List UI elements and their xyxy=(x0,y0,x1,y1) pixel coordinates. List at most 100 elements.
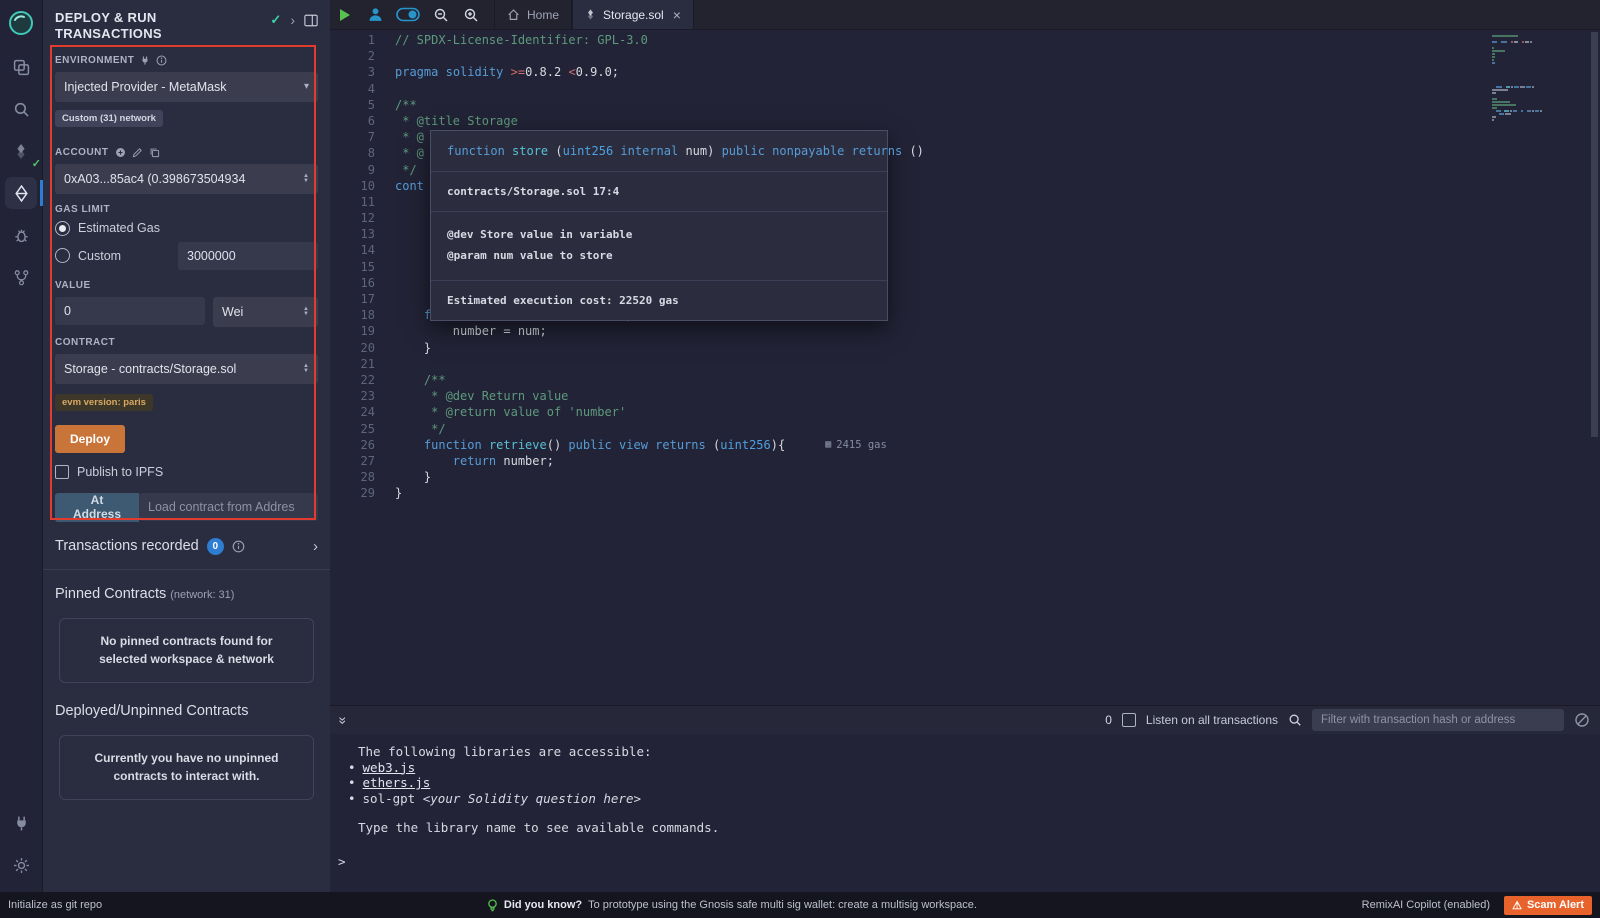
panel-layout-icon[interactable] xyxy=(304,14,318,27)
line-number[interactable]: 29 xyxy=(330,485,375,501)
line-number[interactable]: 6 xyxy=(330,113,375,129)
line-number[interactable]: 14 xyxy=(330,242,375,258)
line-number[interactable]: 7 xyxy=(330,129,375,145)
remix-logo-icon[interactable] xyxy=(8,10,34,36)
zoom-in-button[interactable] xyxy=(456,0,486,29)
plugin-manager-icon[interactable] xyxy=(5,807,37,839)
code-line[interactable]: 4 xyxy=(330,81,1600,97)
code-line[interactable]: 19 number = num; xyxy=(330,323,1600,339)
ethers-link[interactable]: ethers.js xyxy=(363,775,431,790)
line-number[interactable]: 2 xyxy=(330,48,375,64)
terminal-prompt[interactable]: > xyxy=(338,854,1600,870)
git-icon[interactable] xyxy=(5,261,37,293)
code-line[interactable]: 29} xyxy=(330,485,1600,501)
info-icon[interactable] xyxy=(232,540,245,553)
zoom-out-button[interactable] xyxy=(426,0,456,29)
line-number[interactable]: 5 xyxy=(330,97,375,113)
code-line[interactable]: 25 */ xyxy=(330,421,1600,437)
at-address-input[interactable] xyxy=(139,493,318,521)
line-number[interactable]: 4 xyxy=(330,81,375,97)
scam-alert-badge[interactable]: ⚠ Scam Alert xyxy=(1504,896,1592,915)
editor-scrollbar[interactable] xyxy=(1591,32,1598,437)
add-account-icon[interactable] xyxy=(115,147,126,158)
contract-select[interactable]: Storage - contracts/Storage.sol ▲▼ xyxy=(55,354,318,384)
line-number[interactable]: 1 xyxy=(330,32,375,48)
code-line[interactable]: 22 /** xyxy=(330,372,1600,388)
settings-gear-icon[interactable] xyxy=(5,849,37,881)
edit-pencil-icon[interactable] xyxy=(132,147,143,158)
run-script-button[interactable] xyxy=(330,0,360,29)
search-icon[interactable] xyxy=(5,93,37,125)
file-explorer-icon[interactable] xyxy=(5,51,37,83)
code-line[interactable]: 1// SPDX-License-Identifier: GPL-3.0 xyxy=(330,32,1600,48)
code-line[interactable]: 3pragma solidity >=0.8.2 <0.9.0; xyxy=(330,64,1600,80)
chevron-right-icon[interactable]: › xyxy=(290,12,295,28)
code-editor[interactable]: 1// SPDX-License-Identifier: GPL-3.023pr… xyxy=(330,30,1600,705)
tab-home[interactable]: Home xyxy=(494,0,572,29)
line-number[interactable]: 20 xyxy=(330,340,375,356)
environment-select[interactable]: Injected Provider - MetaMask ▾ xyxy=(55,72,318,102)
code-line[interactable]: 23 * @dev Return value xyxy=(330,388,1600,404)
code-line[interactable]: 24 * @return value of 'number' xyxy=(330,404,1600,420)
code-line[interactable]: 6 * @title Storage xyxy=(330,113,1600,129)
code-line[interactable]: 2 xyxy=(330,48,1600,64)
line-number[interactable]: 18 xyxy=(330,307,375,323)
line-number[interactable]: 13 xyxy=(330,226,375,242)
line-number[interactable]: 3 xyxy=(330,64,375,80)
code-line[interactable]: 28 } xyxy=(330,469,1600,485)
value-input[interactable] xyxy=(55,297,205,325)
line-number[interactable]: 8 xyxy=(330,145,375,161)
web3-link[interactable]: web3.js xyxy=(363,760,416,775)
line-number[interactable]: 26 xyxy=(330,437,375,453)
value-unit-select[interactable]: Wei ▲▼ xyxy=(213,297,318,327)
tab-storage-sol[interactable]: Storage.sol × xyxy=(572,0,694,29)
debugger-icon[interactable] xyxy=(5,219,37,251)
fork-plug-icon[interactable] xyxy=(140,55,150,66)
line-number[interactable]: 23 xyxy=(330,388,375,404)
line-number[interactable]: 11 xyxy=(330,194,375,210)
custom-gas-input[interactable] xyxy=(178,242,318,270)
code-line[interactable]: 21 xyxy=(330,356,1600,372)
line-number[interactable]: 19 xyxy=(330,323,375,339)
copy-icon[interactable] xyxy=(149,147,160,158)
editor-minimap[interactable] xyxy=(1492,35,1542,122)
copilot-status[interactable]: RemixAI Copilot (enabled) xyxy=(1362,899,1490,911)
line-number[interactable]: 27 xyxy=(330,453,375,469)
line-number[interactable]: 15 xyxy=(330,259,375,275)
code-line[interactable]: 5/** xyxy=(330,97,1600,113)
git-init-status[interactable]: Initialize as git repo xyxy=(8,899,102,911)
solidity-compiler-icon[interactable]: ✓ xyxy=(5,135,37,167)
close-tab-icon[interactable]: × xyxy=(673,7,681,23)
editor-toggle-icon[interactable] xyxy=(390,0,426,29)
deploy-run-panel: DEPLOY & RUN TRANSACTIONS ✓ › ENVIRONMEN… xyxy=(43,0,330,892)
line-number[interactable]: 22 xyxy=(330,372,375,388)
estimated-gas-radio[interactable] xyxy=(55,221,70,236)
listen-all-checkbox[interactable] xyxy=(1122,713,1136,727)
line-number[interactable]: 10 xyxy=(330,178,375,194)
account-select[interactable]: 0xA03...85ac4 (0.398673504934 ▲▼ xyxy=(55,164,318,194)
at-address-button[interactable]: At Address xyxy=(55,493,139,522)
code-line[interactable]: 26 function retrieve() public view retur… xyxy=(330,437,1600,453)
code-line[interactable]: 20 } xyxy=(330,340,1600,356)
line-number[interactable]: 24 xyxy=(330,404,375,420)
line-number[interactable]: 16 xyxy=(330,275,375,291)
line-number[interactable]: 17 xyxy=(330,291,375,307)
solidity-file-icon xyxy=(585,8,596,21)
chevron-right-icon[interactable]: › xyxy=(313,538,318,555)
deploy-run-icon[interactable] xyxy=(5,177,37,209)
publish-ipfs-checkbox[interactable] xyxy=(55,465,69,479)
line-number[interactable]: 9 xyxy=(330,162,375,178)
line-number[interactable]: 12 xyxy=(330,210,375,226)
terminal[interactable]: The following libraries are accessible: … xyxy=(330,734,1600,892)
line-number[interactable]: 28 xyxy=(330,469,375,485)
info-icon[interactable] xyxy=(156,55,167,66)
terminal-filter-input[interactable] xyxy=(1312,709,1564,731)
custom-gas-radio[interactable] xyxy=(55,248,70,263)
ai-assistant-icon[interactable] xyxy=(360,0,390,29)
line-number[interactable]: 25 xyxy=(330,421,375,437)
code-line[interactable]: 27 return number; xyxy=(330,453,1600,469)
line-number[interactable]: 21 xyxy=(330,356,375,372)
deploy-button[interactable]: Deploy xyxy=(55,425,125,453)
terminal-expand-icon[interactable]: » xyxy=(335,717,351,724)
clear-console-icon[interactable] xyxy=(1574,712,1590,728)
